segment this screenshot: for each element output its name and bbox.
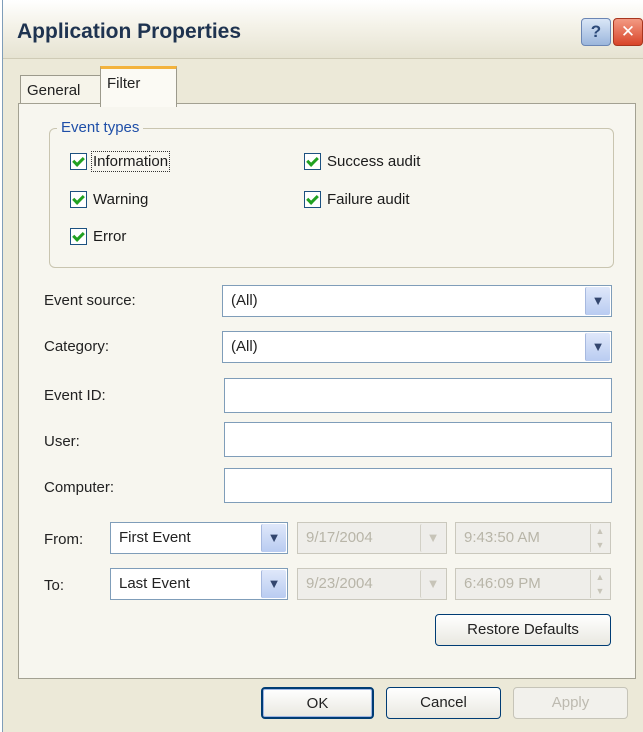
close-button[interactable]: ✕ xyxy=(613,18,643,46)
title-bar[interactable]: Application Properties ? ✕ xyxy=(3,0,643,59)
restore-defaults-button[interactable]: Restore Defaults xyxy=(435,614,611,646)
window-title: Application Properties xyxy=(17,20,242,43)
from-time-value: 9:43:50 AM xyxy=(464,529,540,546)
to-label: To: xyxy=(44,577,65,594)
chevron-down-icon: ▼ xyxy=(420,524,445,552)
event-id-input[interactable] xyxy=(224,378,612,413)
spin-updown-icon: ▲ ▼ xyxy=(590,570,609,598)
tab-general[interactable]: General xyxy=(20,75,108,106)
checkbox-checked-icon[interactable] xyxy=(70,228,87,245)
from-time-picker: 9:43:50 AM ▲ ▼ xyxy=(455,522,611,554)
help-button[interactable]: ? xyxy=(581,18,611,46)
apply-button: Apply xyxy=(513,687,628,719)
failure-audit-checkbox[interactable]: Failure audit xyxy=(304,191,410,208)
chevron-down-icon[interactable]: ▼ xyxy=(261,570,286,598)
event-source-label: Event source: xyxy=(44,292,136,309)
from-mode-dropdown[interactable]: First Event ▼ xyxy=(110,522,288,554)
event-id-label: Event ID: xyxy=(44,387,106,404)
to-date-picker: 9/23/2004 ▼ xyxy=(297,568,447,600)
category-label: Category: xyxy=(44,338,110,355)
event-types-title: Event types xyxy=(57,119,144,136)
user-label: User: xyxy=(44,433,80,450)
warning-label: Warning xyxy=(93,191,149,208)
to-date-value: 9/23/2004 xyxy=(306,575,373,592)
to-mode-value: Last Event xyxy=(119,575,190,592)
information-label: Information xyxy=(90,151,171,172)
chevron-down-icon[interactable]: ▼ xyxy=(585,333,610,361)
error-checkbox[interactable]: Error xyxy=(70,228,126,245)
to-mode-dropdown[interactable]: Last Event ▼ xyxy=(110,568,288,600)
event-source-value: (All) xyxy=(231,292,258,309)
chevron-down-icon[interactable]: ▼ xyxy=(585,287,610,315)
checkbox-checked-icon[interactable] xyxy=(304,153,321,170)
chevron-down-icon[interactable]: ▼ xyxy=(261,524,286,552)
to-time-value: 6:46:09 PM xyxy=(464,575,541,592)
computer-input[interactable] xyxy=(224,468,612,503)
computer-label: Computer: xyxy=(44,479,115,496)
success-audit-label: Success audit xyxy=(327,153,421,170)
ok-button[interactable]: OK xyxy=(261,687,374,719)
chevron-down-icon: ▼ xyxy=(420,570,445,598)
from-mode-value: First Event xyxy=(119,529,191,546)
from-date-value: 9/17/2004 xyxy=(306,529,373,546)
tab-filter[interactable]: Filter xyxy=(100,66,177,107)
error-label: Error xyxy=(93,228,127,245)
checkbox-checked-icon[interactable] xyxy=(70,153,87,170)
category-dropdown[interactable]: (All) ▼ xyxy=(222,331,612,363)
to-time-picker: 6:46:09 PM ▲ ▼ xyxy=(455,568,611,600)
information-checkbox[interactable]: Information xyxy=(70,151,171,172)
spin-updown-icon: ▲ ▼ xyxy=(590,524,609,552)
from-label: From: xyxy=(44,531,84,548)
failure-audit-label: Failure audit xyxy=(327,191,410,208)
success-audit-checkbox[interactable]: Success audit xyxy=(304,153,420,170)
checkbox-checked-icon[interactable] xyxy=(304,191,321,208)
event-source-dropdown[interactable]: (All) ▼ xyxy=(222,285,612,317)
cancel-button[interactable]: Cancel xyxy=(386,687,501,719)
from-date-picker: 9/17/2004 ▼ xyxy=(297,522,447,554)
category-value: (All) xyxy=(231,338,258,355)
user-input[interactable] xyxy=(224,422,612,457)
warning-checkbox[interactable]: Warning xyxy=(70,191,148,208)
checkbox-checked-icon[interactable] xyxy=(70,191,87,208)
